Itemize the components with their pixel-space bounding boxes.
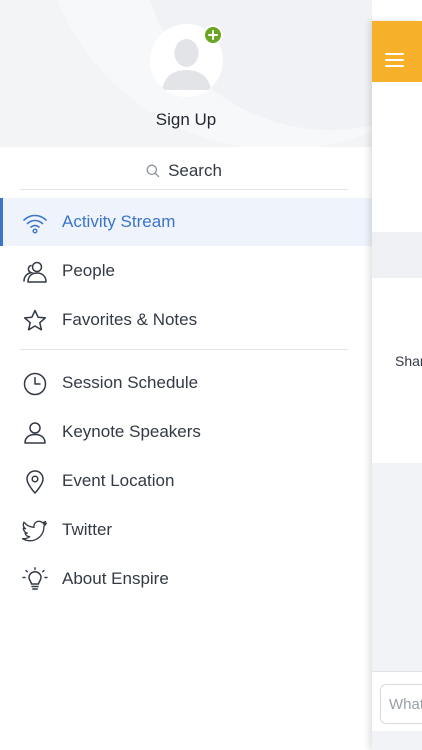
post-input[interactable]: What (380, 684, 422, 724)
menu-item-label: Twitter (62, 520, 113, 539)
location-pin-icon (26, 470, 44, 494)
menu-item-label: Favorites & Notes (62, 310, 198, 329)
content-card (372, 82, 422, 232)
navigation-drawer: Sign Up Search Activity Stream People Fa… (0, 0, 372, 750)
menu-divider (20, 349, 348, 350)
search-icon (146, 164, 160, 177)
menu-item-people[interactable]: People (0, 247, 372, 295)
menu-item-about-enspire[interactable]: About Enspire (0, 555, 372, 603)
people-icon (23, 261, 47, 283)
content-divider (372, 232, 422, 278)
menu-item-label: Event Location (62, 471, 175, 490)
menu-item-favorites-notes[interactable]: Favorites & Notes (0, 296, 372, 344)
menu-item-label: People (62, 261, 115, 280)
search-field[interactable]: Search (20, 152, 348, 190)
main-content-panel[interactable]: Shar What (372, 21, 422, 750)
plus-icon (208, 30, 218, 40)
hamburger-menu-icon[interactable] (385, 53, 405, 69)
menu-item-activity-stream[interactable]: Activity Stream (0, 198, 372, 246)
add-photo-button[interactable] (203, 25, 223, 45)
menu-item-label: Activity Stream (62, 212, 176, 231)
menu-item-label: About Enspire (62, 569, 169, 588)
menu-item-label: Session Schedule (62, 373, 199, 392)
menu-item-session-schedule[interactable]: Session Schedule (0, 359, 372, 407)
menu-item-keynote-speakers[interactable]: Keynote Speakers (0, 408, 372, 456)
twitter-icon (22, 520, 47, 542)
post-card (372, 278, 422, 463)
lightbulb-icon (22, 567, 48, 590)
star-icon (23, 309, 47, 331)
menu-item-label: Keynote Speakers (62, 422, 201, 441)
top-bar (372, 21, 422, 82)
clock-icon (23, 372, 47, 396)
share-prompt-text: Shar (395, 353, 422, 369)
sign-up-link[interactable]: Sign Up (0, 110, 372, 130)
person-icon (24, 422, 46, 444)
search-label: Search (168, 160, 222, 180)
menu-item-twitter[interactable]: Twitter (0, 506, 372, 554)
menu-item-event-location[interactable]: Event Location (0, 457, 372, 505)
profile-header: Sign Up (0, 0, 372, 147)
wifi-icon (23, 214, 47, 234)
